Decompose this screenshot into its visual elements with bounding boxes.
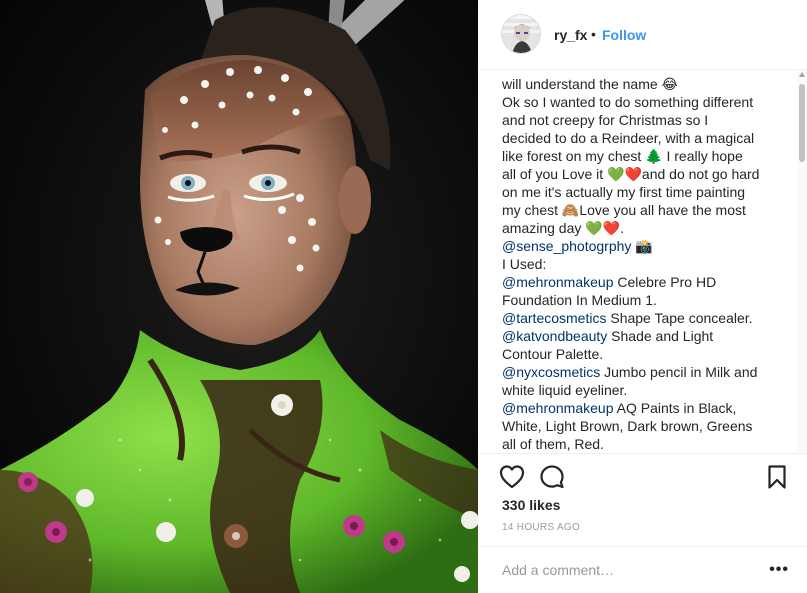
caption-text: decided to do a Reindeer, with a magical <box>502 130 755 146</box>
caption-line: all of you Love it 💚❤️and do not go hard <box>502 165 778 183</box>
mention-link[interactable]: @mehronmakeup <box>502 274 614 290</box>
caption-line: Contour Palette. <box>502 345 778 363</box>
scroll-up-arrow-icon[interactable] <box>799 72 805 77</box>
caption-line: @mehronmakeup AQ Paints in Black, <box>502 399 778 417</box>
comment-input[interactable] <box>502 559 752 581</box>
post-timestamp[interactable]: 14 HOURS AGO <box>502 522 580 533</box>
caption-line: on me it's actually my first time painti… <box>502 183 778 201</box>
scrollbar[interactable] <box>797 70 807 453</box>
reindeer-makeup-photo <box>0 0 478 593</box>
follow-button[interactable]: Follow <box>602 27 646 43</box>
caption-text: Jumbo pencil in Milk and <box>600 364 758 380</box>
caption-text: 📸 <box>631 238 653 254</box>
caption-line: Foundation In Medium 1. <box>502 291 778 309</box>
post-caption: will understand the name 😂 Ok so I wanted… <box>502 75 778 453</box>
caption-line: will understand the name 😂 <box>502 75 778 93</box>
caption-line: all of them, Red. <box>502 435 778 453</box>
mention-link[interactable]: @nyxcosmetics <box>502 364 600 380</box>
comments-scroll-area[interactable]: will understand the name 😂 Ok so I wanted… <box>478 70 807 454</box>
post-header: ry_fx • Follow <box>478 0 807 70</box>
caption-text: Shade and Light <box>607 328 714 344</box>
caption-text: all of them, Red. <box>502 436 604 452</box>
caption-text: and not creepy for Christmas so I <box>502 112 709 128</box>
mention-link[interactable]: @katvondbeauty <box>502 328 607 344</box>
post-actions <box>478 460 807 494</box>
caption-line: amazing day 💚❤️. <box>502 219 778 237</box>
mention-link[interactable]: @tartecosmetics <box>502 310 606 326</box>
username[interactable]: ry_fx <box>554 27 587 43</box>
caption-text: I Used: <box>502 256 547 272</box>
comment-icon[interactable] <box>538 463 566 491</box>
caption-text: white liquid eyeliner. <box>502 382 628 398</box>
caption-line: white liquid eyeliner. <box>502 381 778 399</box>
scrollbar-thumb[interactable] <box>799 84 805 162</box>
caption-line: I Used: <box>502 255 778 273</box>
caption-text: Celebre Pro HD <box>613 274 717 290</box>
caption-line: like forest on my chest 🌲 I really hope <box>502 147 778 165</box>
caption-text: Contour Palette. <box>502 346 604 362</box>
caption-line: and not creepy for Christmas so I <box>502 111 778 129</box>
heart-icon[interactable] <box>498 463 526 491</box>
caption-line: @sense_photogrphy 📸 <box>502 237 778 255</box>
caption-line: White, Light Brown, Dark brown, Greens <box>502 417 778 435</box>
caption-line: decided to do a Reindeer, with a magical <box>502 129 778 147</box>
bookmark-icon[interactable] <box>763 463 791 491</box>
caption-text: like forest on my chest 🌲 I really hope <box>502 148 743 164</box>
post-side-panel: ry_fx • Follow will understand the name … <box>478 0 807 593</box>
caption-line: my chest 🙈Love you all have the most <box>502 201 778 219</box>
instagram-post: ry_fx • Follow will understand the name … <box>0 0 807 593</box>
caption-text: on me it's actually my first time painti… <box>502 184 746 200</box>
caption-text: AQ Paints in Black, <box>613 400 737 416</box>
more-options-icon[interactable]: ••• <box>769 561 789 579</box>
post-photo[interactable] <box>0 0 478 593</box>
caption-text: my chest 🙈Love you all have the most <box>502 202 746 218</box>
add-comment-bar: ••• <box>478 546 807 593</box>
caption-text: all of you Love it 💚❤️and do not go hard <box>502 166 760 182</box>
caption-text: Shape Tape concealer. <box>606 310 753 326</box>
caption-line: @tartecosmetics Shape Tape concealer. <box>502 309 778 327</box>
caption-line: @nyxcosmetics Jumbo pencil in Milk and <box>502 363 778 381</box>
caption-line: @mehronmakeup Celebre Pro HD <box>502 273 778 291</box>
caption-text: Foundation In Medium 1. <box>502 292 657 308</box>
mention-link[interactable]: @mehronmakeup <box>502 400 614 416</box>
mention-link[interactable]: @sense_photogrphy <box>502 238 631 254</box>
avatar-image <box>502 15 540 53</box>
separator-dot: • <box>591 26 596 42</box>
caption-line: @katvondbeauty Shade and Light <box>502 327 778 345</box>
caption-text: Ok so I wanted to do something different <box>502 94 754 110</box>
caption-text: amazing day 💚❤️. <box>502 220 625 236</box>
avatar[interactable] <box>501 14 541 54</box>
caption-text: White, Light Brown, Dark brown, Greens <box>502 418 753 434</box>
likes-count[interactable]: 330 likes <box>502 497 560 513</box>
caption-text: will understand the name 😂 <box>502 76 678 92</box>
caption-line: Ok so I wanted to do something different <box>502 93 778 111</box>
